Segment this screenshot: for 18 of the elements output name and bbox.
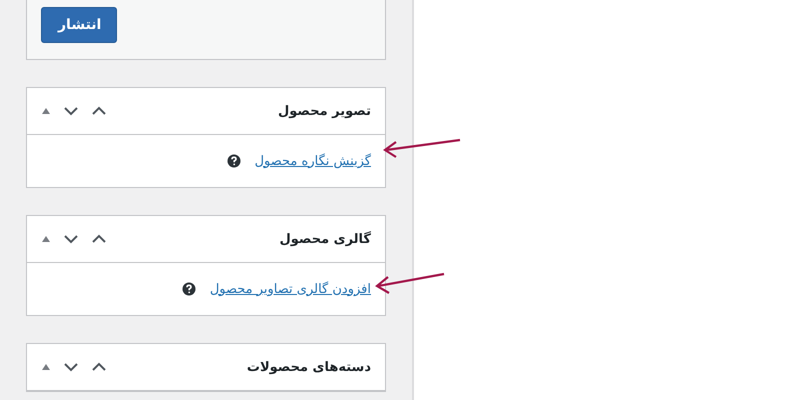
chevron-down-icon[interactable] <box>63 233 79 245</box>
chevron-up-icon[interactable] <box>91 233 107 245</box>
box-link[interactable]: گزینش نگاره محصول <box>254 154 371 168</box>
triangle-up-icon[interactable] <box>41 363 51 371</box>
box-title: گالری محصول <box>279 232 371 246</box>
triangle-up-icon[interactable] <box>41 107 51 115</box>
publish-button[interactable]: انتشار <box>41 7 117 43</box>
arrow <box>374 272 446 294</box>
chevron-down-icon[interactable] <box>63 361 79 373</box>
help-icon[interactable] <box>182 282 196 296</box>
box-link[interactable]: افزودن گالری تصاویر محصول <box>210 282 371 296</box>
chevron-up-icon[interactable] <box>91 105 107 117</box>
chevron-down-icon[interactable] <box>63 105 79 117</box>
chevron-up-icon[interactable] <box>91 361 107 373</box>
box-title: تصویر محصول <box>278 104 371 118</box>
triangle-up-icon[interactable] <box>41 235 51 243</box>
help-icon[interactable] <box>226 154 241 168</box>
box-title: دسته‌های محصولات <box>246 360 371 374</box>
